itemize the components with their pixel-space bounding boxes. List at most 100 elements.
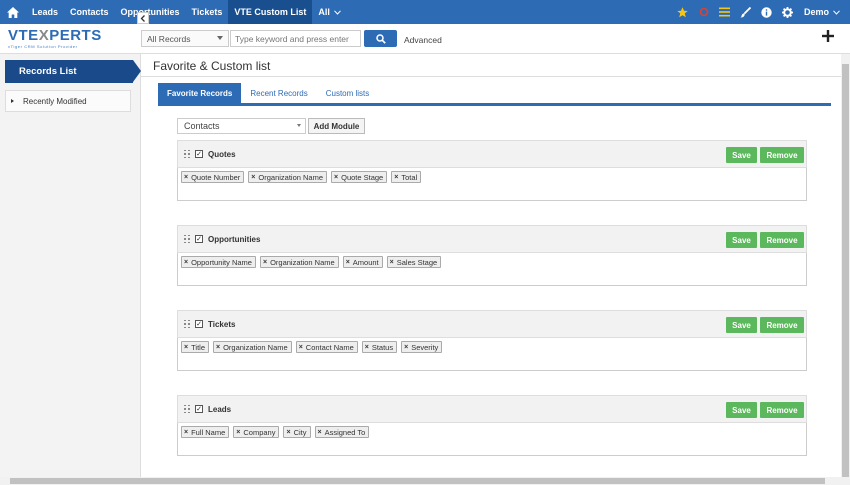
records-list-header[interactable]: Records List: [5, 60, 141, 83]
search-button[interactable]: [364, 30, 397, 47]
field-chip: × Assigned To: [314, 426, 370, 438]
notification-icon[interactable]: [694, 0, 714, 24]
horizontal-scrollbar[interactable]: [0, 477, 850, 485]
module-block-title: Opportunities: [208, 234, 261, 244]
tab-favorite-records[interactable]: Favorite Records: [158, 83, 242, 104]
add-module-button[interactable]: Add Module: [308, 118, 365, 134]
remove-button[interactable]: Remove: [760, 402, 804, 418]
logo[interactable]: VTEXPERTS vTiger CRM Solution Provider: [0, 28, 140, 49]
remove-field-icon[interactable]: ×: [251, 174, 255, 181]
sidebar: Records List Recently Modified: [0, 54, 141, 477]
sidebar-item-label: Recently Modified: [23, 96, 87, 106]
remove-field-icon[interactable]: ×: [184, 174, 188, 181]
field-chip-label: Organization Name: [270, 257, 335, 267]
home-icon[interactable]: [0, 0, 26, 24]
drag-handle-icon[interactable]: [184, 404, 190, 414]
drag-handle-icon[interactable]: [184, 234, 190, 244]
tab-bar: Favorite Records Recent Records Custom l…: [158, 83, 378, 104]
add-icon[interactable]: [822, 30, 836, 44]
module-block-header: ✓ Leads Save Remove: [177, 395, 807, 423]
field-chip: × Organization Name: [259, 256, 339, 268]
module-checkbox[interactable]: ✓: [195, 405, 203, 413]
field-chip: × Organization Name: [212, 341, 292, 353]
info-icon[interactable]: [757, 0, 777, 24]
nav-tickets[interactable]: Tickets: [186, 0, 229, 24]
logo-tagline: vTiger CRM Solution Provider: [8, 44, 78, 49]
gear-icon[interactable]: [778, 0, 798, 24]
tab-recent-records[interactable]: Recent Records: [241, 83, 316, 104]
remove-field-icon[interactable]: ×: [184, 429, 188, 436]
advanced-search-link[interactable]: Advanced: [404, 35, 442, 45]
module-select[interactable]: Contacts: [177, 118, 306, 134]
remove-field-icon[interactable]: ×: [286, 429, 290, 436]
check-icon: ✓: [196, 405, 202, 413]
collapse-sidebar-button[interactable]: [137, 12, 149, 24]
remove-button[interactable]: Remove: [760, 317, 804, 333]
save-button[interactable]: Save: [726, 147, 757, 163]
drag-handle-icon[interactable]: [184, 149, 190, 159]
nav-leads[interactable]: Leads: [26, 0, 64, 24]
field-chip: × Severity: [401, 341, 443, 353]
remove-field-icon[interactable]: ×: [390, 259, 394, 266]
remove-field-icon[interactable]: ×: [263, 259, 267, 266]
field-chip: × Company: [233, 426, 280, 438]
search-input[interactable]: [230, 30, 361, 47]
remove-field-icon[interactable]: ×: [184, 344, 188, 351]
module-checkbox[interactable]: ✓: [195, 320, 203, 328]
module-checkbox[interactable]: ✓: [195, 150, 203, 158]
field-chip-label: Contact Name: [305, 342, 354, 352]
list-icon[interactable]: [715, 0, 735, 24]
module-block-title: Leads: [208, 404, 232, 414]
field-list[interactable]: × Opportunity Name × Organization Name × Amou…: [177, 253, 807, 286]
save-button[interactable]: Save: [726, 232, 757, 248]
remove-field-icon[interactable]: ×: [299, 344, 303, 351]
nav-vte-custom-list[interactable]: VTE Custom List: [228, 0, 313, 24]
search-icon: [375, 33, 386, 44]
field-chip-label: City: [293, 427, 307, 437]
tab-custom-lists[interactable]: Custom lists: [317, 83, 379, 104]
remove-button[interactable]: Remove: [760, 147, 804, 163]
user-name: Demo: [803, 7, 829, 17]
scrollbar-thumb[interactable]: [842, 64, 849, 482]
search-scope-select[interactable]: All Records: [141, 30, 229, 47]
field-chip-label: Assigned To: [324, 427, 366, 437]
remove-field-icon[interactable]: ×: [184, 259, 188, 266]
brush-icon[interactable]: [736, 0, 756, 24]
vertical-scrollbar[interactable]: [841, 54, 850, 482]
module-checkbox[interactable]: ✓: [195, 235, 203, 243]
remove-field-icon[interactable]: ×: [236, 429, 240, 436]
caret-right-icon: [11, 99, 14, 103]
module-block-opportunities: ✓ Opportunities Save Remove × Opportunity Nam…: [177, 225, 807, 286]
check-icon: ✓: [196, 235, 202, 243]
save-button[interactable]: Save: [726, 317, 757, 333]
field-chip-label: Opportunity Name: [191, 257, 252, 267]
remove-field-icon[interactable]: ×: [334, 174, 338, 181]
star-icon[interactable]: [673, 0, 693, 24]
remove-field-icon[interactable]: ×: [365, 344, 369, 351]
field-list[interactable]: × Title × Organization Name × Contact Name × St…: [177, 338, 807, 371]
drag-handle-icon[interactable]: [184, 319, 190, 329]
scrollbar-thumb[interactable]: [10, 478, 825, 484]
field-list[interactable]: × Quote Number × Organization Name × Quote St…: [177, 168, 807, 201]
field-chip-label: Sales Stage: [396, 257, 438, 267]
remove-field-icon[interactable]: ×: [346, 259, 350, 266]
field-chip-label: Status: [371, 342, 394, 352]
nav-opportunities[interactable]: Opportunities: [115, 0, 186, 24]
remove-field-icon[interactable]: ×: [216, 344, 220, 351]
top-nav: Leads Contacts Opportunities Tickets VTE…: [0, 0, 850, 24]
remove-button[interactable]: Remove: [760, 232, 804, 248]
module-block-header: ✓ Quotes Save Remove: [177, 140, 807, 168]
remove-field-icon[interactable]: ×: [404, 344, 408, 351]
user-menu[interactable]: Demo: [804, 7, 840, 17]
caret-down-icon: [217, 36, 223, 40]
remove-field-icon[interactable]: ×: [318, 429, 322, 436]
sidebar-item-recently-modified[interactable]: Recently Modified: [5, 90, 131, 112]
module-block-title: Quotes: [208, 149, 236, 159]
nav-all-menu[interactable]: All: [312, 0, 347, 24]
chevron-down-icon: [334, 9, 341, 15]
save-button[interactable]: Save: [726, 402, 757, 418]
field-list[interactable]: × Full Name × Company × City × Assigned To: [177, 423, 807, 456]
remove-field-icon[interactable]: ×: [394, 174, 398, 181]
nav-contacts[interactable]: Contacts: [64, 0, 115, 24]
field-chip: × Amount: [342, 256, 383, 268]
